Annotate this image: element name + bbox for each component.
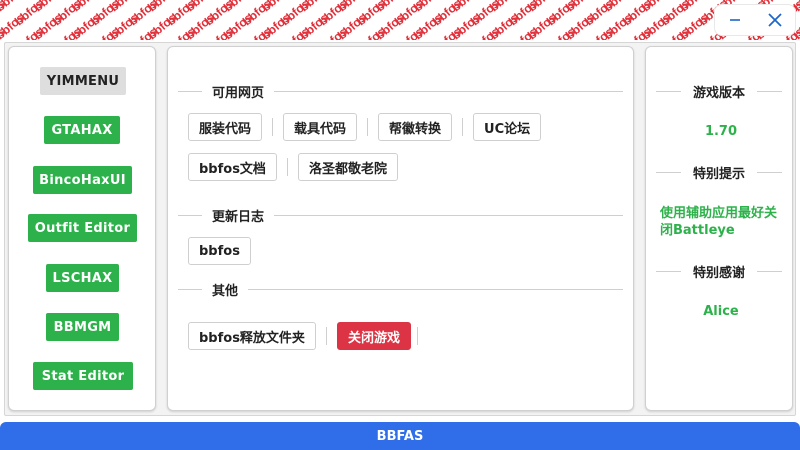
- pattern-banner: bbfos bbfos bbfos bbfos bbfos bbfos bbfos bbfos…: [0, 0, 800, 40]
- bbfos-log-button[interactable]: bbfos: [188, 237, 251, 265]
- gtahax-button[interactable]: GTAHAX: [44, 116, 120, 144]
- window-controls: [714, 4, 796, 36]
- section-header-changelog: 更新日志: [178, 205, 623, 225]
- footer-bar[interactable]: BBFAS: [0, 422, 800, 450]
- bbfos-docs-button[interactable]: bbfos文档: [188, 153, 277, 181]
- bincohaxui-button[interactable]: BincoHaxUI: [33, 166, 132, 194]
- crew-emblem-button[interactable]: 帮徽转换: [378, 113, 453, 141]
- version-title: 游戏版本: [693, 85, 746, 101]
- main-panel: 可用网页 服装代码 载具代码 帮徽转换 UC论坛 bbfos文档 洛圣都敬老院 …: [167, 46, 634, 411]
- lschax-button[interactable]: LSCHAX: [46, 264, 119, 292]
- version-header: 游戏版本: [656, 81, 783, 101]
- minimize-icon: [730, 19, 740, 21]
- section-title-other: 其他: [212, 283, 239, 299]
- outfit-code-button[interactable]: 服装代码: [188, 113, 263, 141]
- info-panel: 游戏版本 1.70 特别提示 使用辅助应用最好关闭Battleye 特别感谢 A…: [645, 46, 793, 411]
- thanks-title: 特别感谢: [693, 265, 746, 281]
- outfit-editor-button[interactable]: Outfit Editor: [28, 214, 137, 242]
- close-game-button[interactable]: 关闭游戏: [336, 322, 411, 350]
- tip-text: 使用辅助应用最好关闭Battleye: [660, 206, 778, 238]
- changelog-row: bbfos: [188, 237, 251, 265]
- stat-editor-button[interactable]: Stat Editor: [33, 362, 133, 390]
- minimize-button[interactable]: [720, 5, 750, 35]
- sidebar-panel: YIMMENU GTAHAX BincoHaxUI Outfit Editor …: [8, 46, 156, 411]
- watermark-pattern: bbfos bbfos bbfos bbfos bbfos bbfos bbfos bbfos…: [0, 0, 800, 40]
- los-santos-home-button[interactable]: 洛圣都敬老院: [297, 153, 398, 181]
- links-row-1: 服装代码 载具代码 帮徽转换 UC论坛: [188, 113, 542, 141]
- section-title-web: 可用网页: [212, 85, 265, 101]
- tip-title: 特别提示: [693, 166, 746, 182]
- close-icon: [768, 13, 782, 27]
- other-row: bbfos释放文件夹 关闭游戏: [188, 322, 428, 350]
- bbmgm-button[interactable]: BBMGM: [46, 313, 119, 341]
- links-row-2: bbfos文档 洛圣都敬老院: [188, 153, 398, 181]
- section-title-changelog: 更新日志: [212, 209, 265, 225]
- close-button[interactable]: [760, 5, 790, 35]
- section-header-web: 可用网页: [178, 81, 623, 101]
- uc-forum-button[interactable]: UC论坛: [473, 113, 542, 141]
- thanks-header: 特别感谢: [656, 261, 783, 281]
- vehicle-code-button[interactable]: 载具代码: [283, 113, 358, 141]
- version-value: 1.70: [704, 124, 738, 139]
- tip-header: 特别提示: [656, 162, 783, 182]
- yimmenu-button[interactable]: YIMMENU: [40, 67, 126, 95]
- app-window: YIMMENU GTAHAX BincoHaxUI Outfit Editor …: [4, 42, 796, 416]
- section-header-other: 其他: [178, 279, 623, 299]
- thanks-value: Alice: [703, 304, 739, 319]
- open-folder-button[interactable]: bbfos释放文件夹: [188, 322, 316, 350]
